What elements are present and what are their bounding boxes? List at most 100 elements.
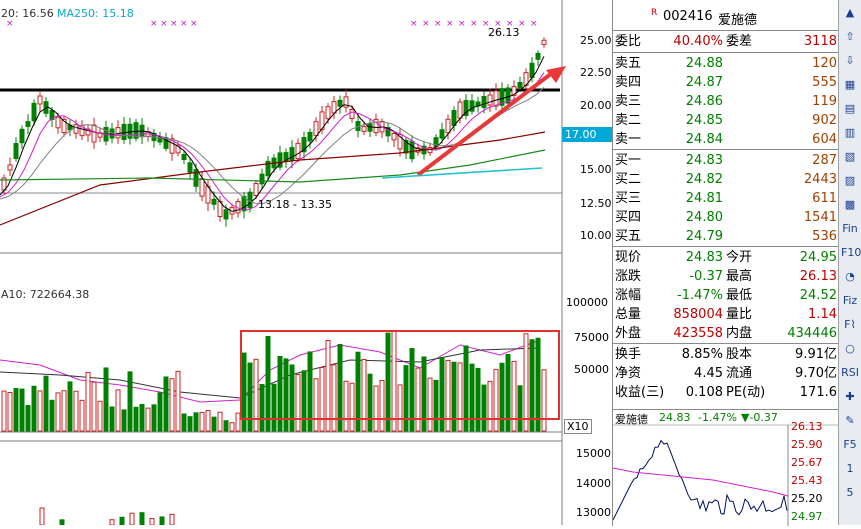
bid-volume: 611 bbox=[812, 191, 837, 206]
signal-marker: × bbox=[180, 19, 188, 29]
volume-bar bbox=[55, 392, 61, 432]
candle-body bbox=[295, 142, 301, 160]
volume-tick: 75000 bbox=[574, 331, 609, 344]
volume-bar bbox=[469, 363, 475, 432]
bid-volume: 1541 bbox=[803, 210, 837, 225]
toolbar-button[interactable]: Fin bbox=[841, 220, 859, 238]
toolbar-button[interactable]: ◔ bbox=[841, 268, 859, 286]
moving-averages bbox=[0, 56, 546, 403]
candle-body bbox=[409, 140, 415, 160]
intraday-mini-chart[interactable]: 爱施德 24.83 -1.47% ▼-0.37 26.13 25.90 25.6… bbox=[612, 409, 839, 526]
price-tick: 15.00 bbox=[580, 163, 612, 176]
signal-marker: × bbox=[170, 19, 178, 29]
lower-bar bbox=[139, 512, 145, 526]
fin-label: 股本 bbox=[726, 347, 753, 362]
bid-row: 买二 24.82 2443 bbox=[613, 170, 839, 189]
fin-label: PE(动) bbox=[726, 385, 766, 400]
stat-value: 26.13 bbox=[799, 269, 837, 284]
toolbar-button[interactable]: 1 bbox=[841, 460, 859, 478]
volume-bar bbox=[373, 385, 379, 432]
volume-bar bbox=[295, 373, 301, 432]
volume-bar bbox=[361, 358, 367, 432]
toolbar-button[interactable]: F10 bbox=[841, 244, 861, 262]
price-tick: 20.00 bbox=[580, 99, 612, 112]
volume-bar bbox=[223, 420, 229, 432]
volume-bar bbox=[487, 380, 493, 432]
toolbar-button[interactable]: ▩ bbox=[841, 196, 859, 214]
volume-bar bbox=[283, 358, 289, 432]
candle-body bbox=[31, 102, 37, 122]
fin-label: 净资 bbox=[615, 366, 642, 381]
candle-body bbox=[307, 131, 313, 142]
signal-marker: × bbox=[190, 19, 198, 29]
fin-value: 8.85% bbox=[681, 347, 723, 362]
candle-body bbox=[517, 81, 523, 89]
stat-row: 现价 24.83 今开 24.95 bbox=[613, 248, 839, 267]
lower-tick: 14000 bbox=[576, 477, 611, 490]
volume-bar bbox=[535, 337, 541, 432]
toolbar-button[interactable]: ▲ bbox=[841, 4, 859, 22]
ask-label: 卖三 bbox=[615, 94, 642, 109]
high-price-label: 26.13 bbox=[488, 26, 520, 39]
bid-row: 买一 24.83 287 bbox=[613, 151, 839, 170]
candle-body bbox=[493, 90, 499, 107]
volume-bar bbox=[37, 390, 43, 432]
lower-bar bbox=[109, 519, 115, 526]
toolbar-button[interactable]: ▧ bbox=[841, 148, 859, 166]
price-tick: 10.00 bbox=[580, 229, 612, 242]
fin-row: 净资 4.45 流通 9.70亿 bbox=[613, 364, 839, 383]
volume-bar bbox=[85, 371, 91, 432]
fin-value: 9.70亿 bbox=[795, 366, 837, 381]
toolbar-button[interactable]: ⇩ bbox=[841, 52, 859, 70]
ask-volume: 555 bbox=[812, 75, 837, 90]
weibi-value: 40.40% bbox=[673, 34, 723, 49]
toolbar-button[interactable]: ▨ bbox=[841, 172, 859, 190]
toolbar-button[interactable]: RSI bbox=[841, 364, 859, 382]
stat-label: 最高 bbox=[726, 269, 753, 284]
ask-volume: 604 bbox=[812, 132, 837, 147]
volume-bar bbox=[157, 392, 163, 432]
toolbar-button[interactable]: ✚ bbox=[841, 388, 859, 406]
volume-bar bbox=[19, 388, 25, 432]
stat-value: 24.95 bbox=[799, 250, 837, 265]
volume-ma-label: A10: 722664.38 bbox=[1, 288, 90, 301]
volume-bar bbox=[331, 364, 337, 432]
stat-row: 涨跌 -0.37 最高 26.13 bbox=[613, 267, 839, 286]
candle-body bbox=[13, 143, 19, 159]
app-root: × × × × × × × × × × × × × × × × × 20: 16.56 MA250: 15.18… bbox=[0, 0, 861, 526]
signal-marker: × bbox=[446, 19, 454, 29]
bid-row: 买四 24.80 1541 bbox=[613, 208, 839, 227]
signal-marker: × bbox=[434, 19, 442, 29]
kline-chart-area[interactable]: × × × × × × × × × × × × × × × × × 20: 16.56 MA250: 15.18… bbox=[0, 0, 613, 526]
fin-label: 收益(三) bbox=[615, 385, 665, 400]
toolbar-button[interactable]: F⌇ bbox=[841, 316, 859, 334]
toolbar-button[interactable]: ✎ bbox=[841, 412, 859, 430]
volume-bar bbox=[475, 367, 481, 432]
stock-name: 爱施德 bbox=[718, 13, 758, 28]
toolbar-button[interactable]: F5 bbox=[841, 436, 859, 454]
candle-body bbox=[121, 123, 127, 141]
candle-body bbox=[457, 101, 463, 119]
bid-volume: 2443 bbox=[803, 172, 837, 187]
volume-bar bbox=[457, 362, 463, 432]
current-price-flag: 17.00 bbox=[562, 127, 613, 142]
toolbar-button[interactable]: ▦ bbox=[841, 76, 859, 94]
volume-bar bbox=[127, 371, 133, 432]
bid-volume: 287 bbox=[812, 153, 837, 168]
toolbar-button[interactable]: ▥ bbox=[841, 124, 859, 142]
toolbar-button[interactable]: 5 bbox=[841, 484, 859, 502]
candle-body bbox=[55, 116, 61, 129]
volume-bar bbox=[517, 385, 523, 432]
candle-body bbox=[253, 183, 259, 196]
volume-bar bbox=[97, 400, 103, 432]
toolbar-button[interactable]: Fiz bbox=[841, 292, 859, 310]
volume-bar bbox=[427, 377, 433, 432]
candle-body bbox=[391, 132, 397, 141]
toolbar-button[interactable]: ○ bbox=[841, 340, 859, 358]
volume-bar bbox=[247, 362, 253, 432]
ask-row: 卖五 24.88 120 bbox=[613, 54, 839, 73]
volume-bar bbox=[73, 390, 79, 432]
stat-value: 24.83 bbox=[685, 250, 723, 265]
toolbar-button[interactable]: ⇧ bbox=[841, 28, 859, 46]
toolbar-button[interactable]: ▤ bbox=[841, 100, 859, 118]
